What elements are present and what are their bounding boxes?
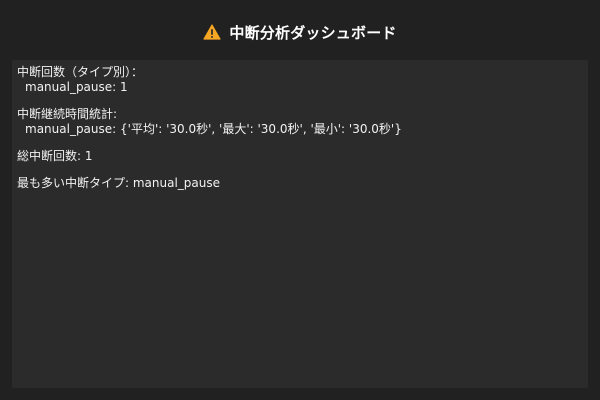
total-count-text: 総中断回数: 1 [17,149,93,163]
most-common-type-section: 最も多い中断タイプ: manual_pause [17,176,583,191]
total-count-section: 総中断回数: 1 [17,149,583,164]
dashboard-header: 中断分析ダッシュボード [0,14,600,50]
counts-by-type-heading: 中断回数（タイプ別）： [17,65,144,79]
counts-by-type-item: manual_pause: 1 [25,80,128,94]
duration-stats-heading: 中断継続時間統計: [17,107,118,121]
dashboard-title: 中断分析ダッシュボード [229,23,397,42]
duration-stats-item: manual_pause: {'平均': '30.0秒', '最大': '30.… [25,122,402,136]
duration-stats-section: 中断継続時間統計: manual_pause: {'平均': '30.0秒', … [17,107,583,137]
most-common-type-text: 最も多い中断タイプ: manual_pause [17,176,221,190]
warning-icon [203,24,221,40]
counts-by-type-section: 中断回数（タイプ別）： manual_pause: 1 [17,65,583,95]
dashboard-window: 中断分析ダッシュボード 中断回数（タイプ別）： manual_pause: 1 … [0,0,600,400]
analysis-text-panel[interactable]: 中断回数（タイプ別）： manual_pause: 1 中断継続時間統計: ma… [12,60,588,388]
